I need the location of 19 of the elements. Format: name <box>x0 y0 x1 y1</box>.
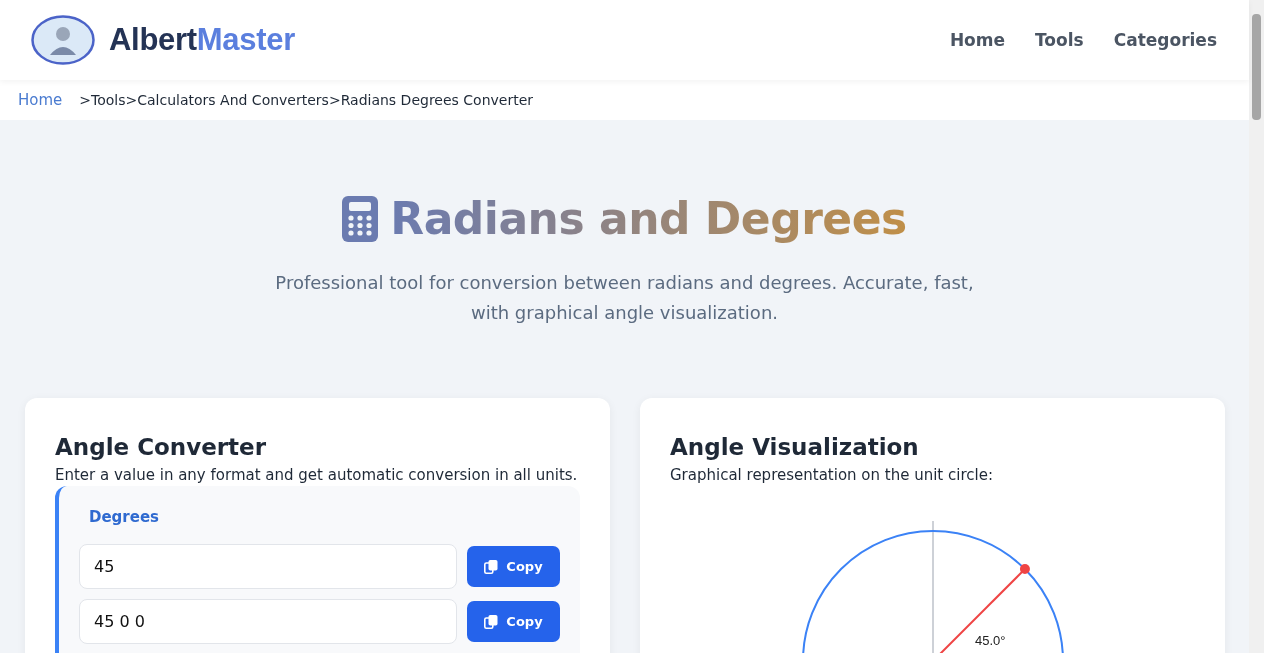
page-subtitle: Professional tool for conversion between radians and degrees. Accurate, fast, with graphical angle visualization. <box>274 271 975 325</box>
field-group-label: Degrees <box>89 508 161 526</box>
card-description: Graphical representation on the unit circle: <box>670 466 994 484</box>
copy-button[interactable]: Copy <box>467 546 560 587</box>
angle-label: 45.0° <box>974 633 1005 648</box>
breadcrumb-item[interactable]: >Radians Degrees Converter <box>328 92 534 108</box>
card-description: Enter a value in any format and get automatic conversion in all units. <box>55 466 579 484</box>
card-title: Angle Converter <box>55 434 268 460</box>
breadcrumb-item[interactable]: >Tools <box>79 92 126 108</box>
degrees-input[interactable]: 45 0 0 <box>79 599 457 644</box>
nav-link[interactable]: Home <box>949 30 1006 50</box>
breadcrumb-link[interactable]: Home <box>18 91 63 109</box>
card-title: Angle Visualization <box>670 434 920 460</box>
copy-button[interactable]: Copy <box>467 601 560 642</box>
nav-link[interactable]: Tools <box>1035 30 1084 50</box>
brand-name[interactable]: AlbertMaster <box>109 22 295 58</box>
degrees-input[interactable]: 45 <box>79 544 457 589</box>
breadcrumb-item[interactable]: >Calculators And Converters <box>125 92 329 108</box>
nav-link[interactable]: Categories <box>1113 30 1217 50</box>
